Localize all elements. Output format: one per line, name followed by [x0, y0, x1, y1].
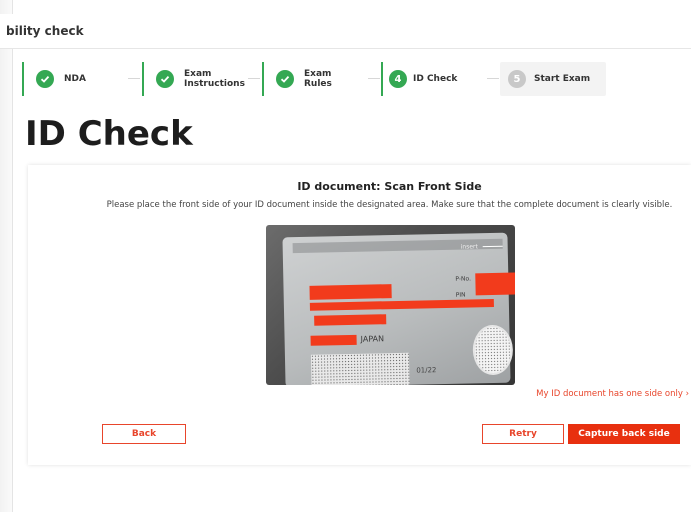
step-label: ID Check	[413, 74, 458, 84]
id-scan-preview: insert P-No. PIN JAPAN 01/22	[266, 225, 515, 385]
step-label-line2: Rules	[304, 79, 332, 89]
id-document-image: insert P-No. PIN JAPAN 01/22	[282, 232, 515, 385]
card-description: Please place the front side of your ID d…	[106, 200, 673, 210]
left-gutter	[0, 0, 13, 512]
check-icon	[276, 70, 294, 88]
step-id-check[interactable]: 4 ID Check	[381, 62, 499, 96]
id-scan-card: ID document: Scan Front Side Please plac…	[28, 165, 691, 465]
field-pin-label: PIN	[455, 291, 466, 299]
step-label-line1: Exam	[304, 69, 332, 79]
step-connector	[248, 78, 260, 79]
redaction-block	[309, 284, 392, 300]
photo-blurred	[472, 324, 514, 376]
step-label-line2: Instructions	[184, 79, 245, 89]
back-button[interactable]: Back	[102, 424, 186, 444]
step-label: Start Exam	[534, 74, 591, 84]
progress-stepper: NDA Exam Instructions Exam Rules 4 ID Ch…	[22, 62, 691, 96]
step-connector	[128, 78, 140, 79]
check-icon	[36, 70, 54, 88]
step-label: Exam Instructions	[184, 69, 246, 89]
redaction-block	[310, 334, 357, 346]
redaction-block	[309, 298, 494, 311]
one-side-link-label: My ID document has one side only	[536, 389, 683, 399]
step-number-badge: 5	[508, 70, 526, 88]
top-bar: bility check	[0, 14, 691, 49]
step-connector	[368, 78, 380, 79]
page-title: ID Check	[25, 114, 193, 154]
pixelated-region	[310, 352, 410, 385]
field-pno-label: P-No.	[455, 275, 472, 283]
step-connector	[487, 78, 499, 79]
page-header-title: bility check	[6, 24, 84, 38]
step-number-badge: 4	[389, 70, 407, 88]
step-start-exam[interactable]: 5 Start Exam	[500, 62, 606, 96]
insert-label: insert	[460, 243, 478, 251]
step-label: NDA	[64, 74, 86, 84]
step-exam-rules[interactable]: Exam Rules	[262, 62, 380, 96]
expiry-text: 01/22	[416, 366, 437, 375]
step-label: Exam Rules	[304, 69, 366, 89]
one-side-only-link[interactable]: My ID document has one side only ›	[536, 389, 689, 399]
capture-back-side-button[interactable]: Capture back side	[568, 424, 680, 444]
chevron-right-icon: ›	[685, 389, 689, 399]
step-exam-instructions[interactable]: Exam Instructions	[142, 62, 260, 96]
country-text: JAPAN	[360, 334, 385, 344]
step-label-line1: Exam	[184, 69, 212, 79]
retry-button[interactable]: Retry	[482, 424, 564, 444]
check-icon	[156, 70, 174, 88]
redaction-block	[475, 272, 515, 296]
step-nda[interactable]: NDA	[22, 62, 140, 96]
card-heading: ID document: Scan Front Side	[297, 180, 482, 193]
redaction-block	[314, 314, 387, 326]
